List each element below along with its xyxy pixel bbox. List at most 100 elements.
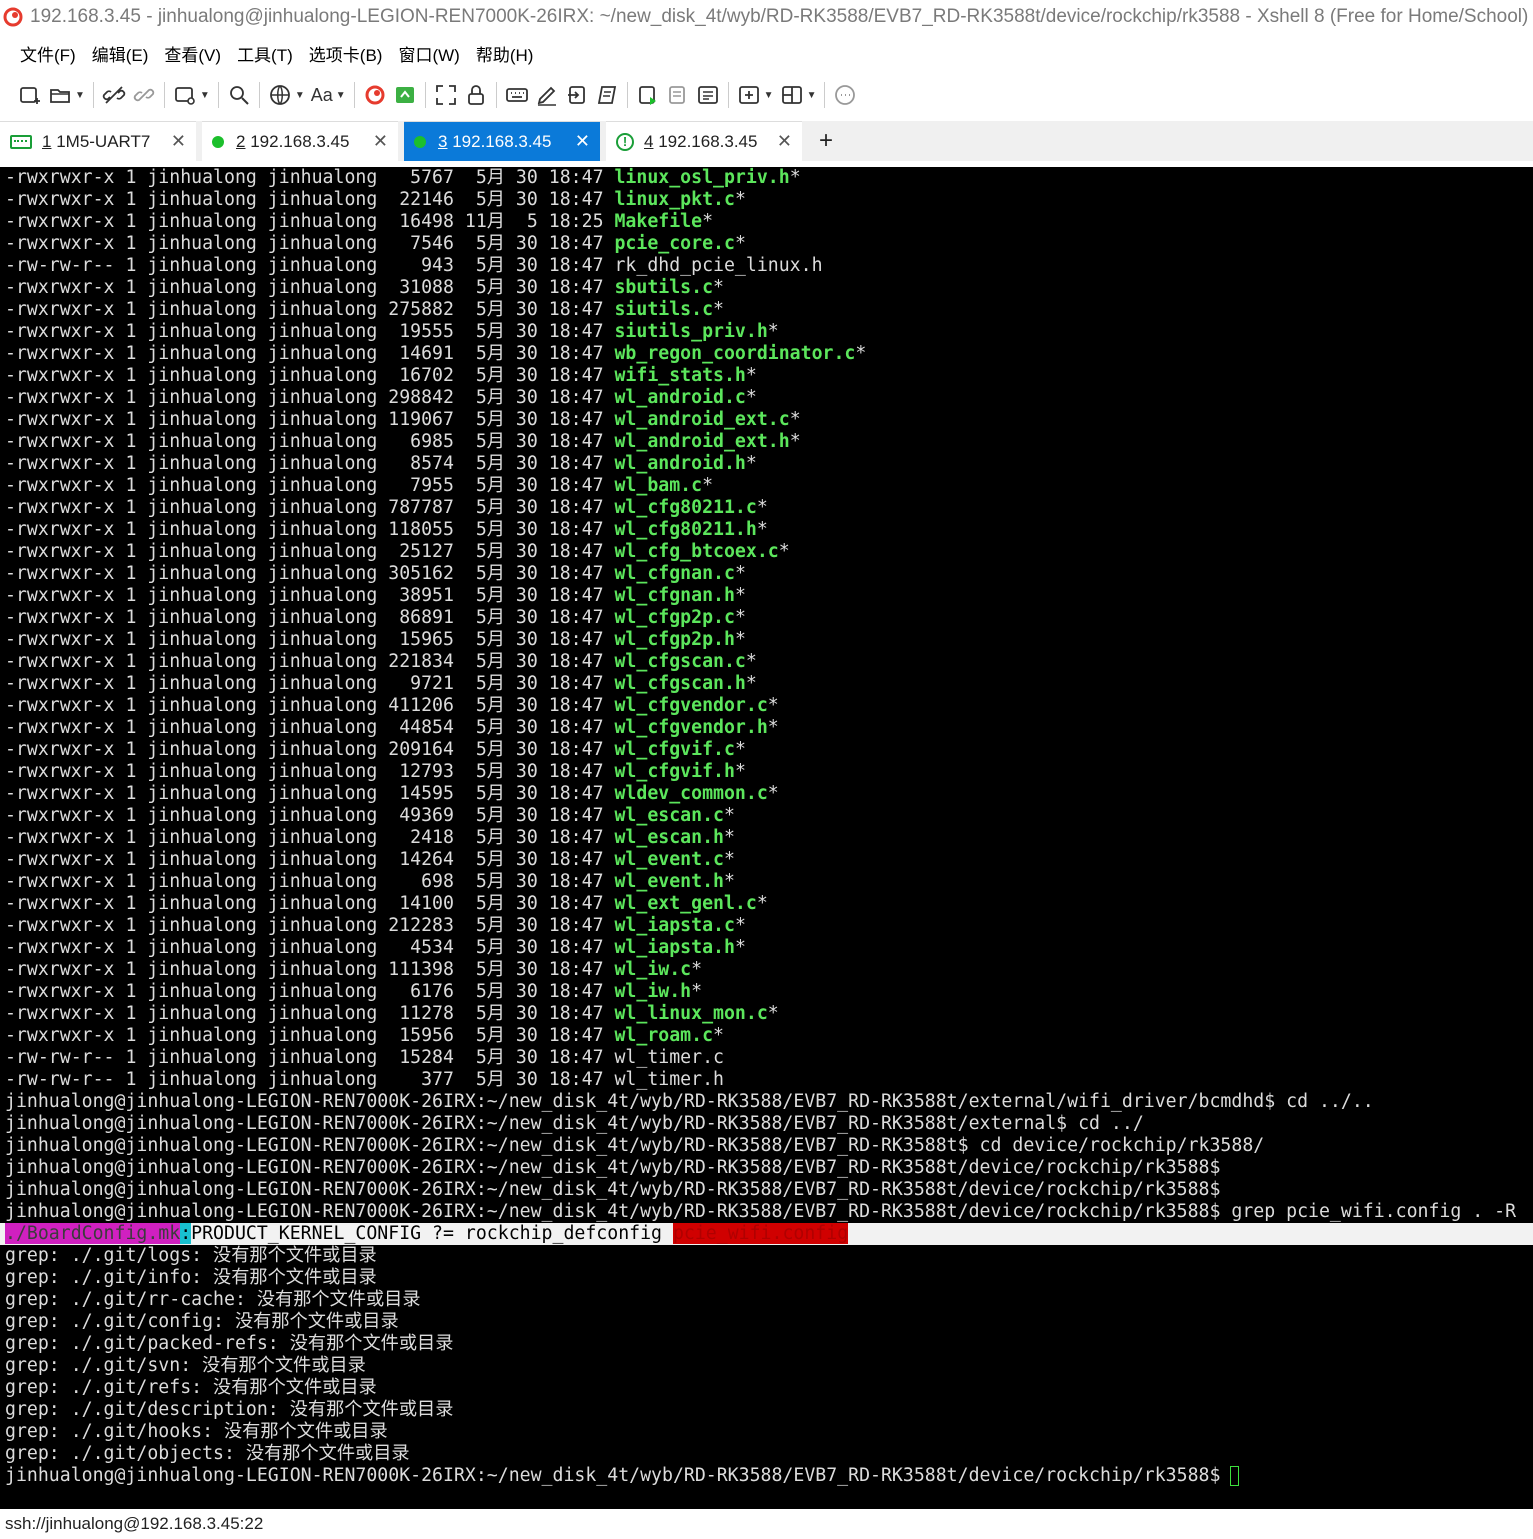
transfer-button[interactable] (565, 79, 589, 111)
encoding-button[interactable]: ▼ (268, 79, 305, 111)
fullscreen-button[interactable] (434, 79, 458, 111)
tab-3[interactable]: 3 192.168.3.45 ✕ (404, 121, 600, 161)
error-line: grep: ./.git/logs: 没有那个文件或目录 (5, 1245, 377, 1266)
compose-button[interactable] (535, 79, 559, 111)
listing-row: -rwxrwxr-x 1 jinhualong jinhualong 44854… (0, 717, 1533, 739)
menu-help[interactable]: 帮助(H) (476, 41, 534, 66)
tab-label: 4 192.168.3.45 (644, 132, 777, 152)
tab-4[interactable]: ! 4 192.168.3.45 ✕ (606, 121, 802, 161)
new-tab-button[interactable]: + (808, 121, 844, 161)
tab-label: 1 1M5-UART7 (42, 132, 171, 152)
file-name: wl_android_ext.h (614, 431, 790, 452)
terminal-view[interactable]: -rwxrwxr-x 1 jinhualong jinhualong 5767 … (0, 167, 1533, 1509)
xftp-button[interactable] (393, 79, 417, 111)
serial-port-icon (10, 134, 32, 149)
tab-title: 192.168.3.45 (250, 131, 350, 151)
font-button[interactable]: Aa ▼ (311, 79, 346, 111)
listing-row: -rwxrwxr-x 1 jinhualong jinhualong 9721 … (0, 673, 1533, 695)
xshell-logo-icon (2, 6, 24, 28)
file-meta: -rwxrwxr-x 1 jinhualong jinhualong 8574 … (5, 453, 615, 474)
file-suffix: * (723, 805, 735, 826)
new-session-button[interactable] (18, 79, 42, 111)
close-icon[interactable]: ✕ (777, 131, 792, 152)
script-button[interactable] (595, 79, 619, 111)
error-line: grep: ./.git/objects: 没有那个文件或目录 (5, 1443, 410, 1464)
close-icon[interactable]: ✕ (575, 131, 590, 152)
open-session-button[interactable]: ▼ (48, 79, 85, 111)
toolbar-divider (824, 82, 826, 108)
file-suffix: * (702, 211, 714, 232)
tab-2[interactable]: 2 192.168.3.45 ✕ (202, 121, 398, 161)
file-meta: -rwxrwxr-x 1 jinhualong jinhualong 44854… (5, 717, 615, 738)
file-suffix: * (734, 629, 746, 650)
listing-row: -rwxrwxr-x 1 jinhualong jinhualong 16702… (0, 365, 1533, 387)
notes-button[interactable] (696, 79, 720, 111)
xshell-icon (365, 85, 385, 105)
listing-row: -rwxrwxr-x 1 jinhualong jinhualong 25127… (0, 541, 1533, 563)
file-suffix: * (734, 585, 746, 606)
file-suffix: * (734, 189, 746, 210)
menu-tools[interactable]: 工具(T) (237, 41, 293, 66)
error-line: grep: ./.git/hooks: 没有那个文件或目录 (5, 1421, 388, 1442)
chat-button[interactable] (833, 79, 857, 111)
log-button[interactable] (666, 79, 690, 111)
file-meta: -rwxrwxr-x 1 jinhualong jinhualong 29884… (5, 387, 615, 408)
disconnect-button[interactable] (102, 79, 126, 111)
transfer-icon (567, 86, 585, 104)
file-name: wl_android_ext.c (614, 409, 790, 430)
menu-file[interactable]: 文件(F) (20, 41, 76, 66)
title-bar: 192.168.3.45 - jinhualong@jinhualong-LEG… (0, 0, 1533, 34)
prompt-line[interactable]: jinhualong@jinhualong-LEGION-REN7000K-26… (0, 1465, 1533, 1487)
file-suffix: * (767, 321, 779, 342)
session-properties-button[interactable]: ▼ (173, 79, 210, 111)
tab-index: 3 (438, 131, 448, 151)
file-meta: -rwxrwxr-x 1 jinhualong jinhualong 9721 … (5, 673, 615, 694)
file-meta: -rwxrwxr-x 1 jinhualong jinhualong 11139… (5, 959, 615, 980)
shell-prompt: jinhualong@jinhualong-LEGION-REN7000K-26… (5, 1465, 1221, 1486)
file-suffix: * (756, 497, 768, 518)
listing-row: -rwxrwxr-x 1 jinhualong jinhualong 38951… (0, 585, 1533, 607)
tab-label: 2 192.168.3.45 (236, 132, 373, 152)
properties-icon (175, 87, 195, 105)
new-tab-button-toolbar[interactable]: ▼ (737, 79, 774, 111)
listing-row: -rwxrwxr-x 1 jinhualong jinhualong 4534 … (0, 937, 1533, 959)
menu-window[interactable]: 窗口(W) (398, 41, 459, 66)
file-suffix: * (713, 277, 724, 298)
menu-tabs[interactable]: 选项卡(B) (309, 41, 383, 66)
keyboard-icon (505, 88, 528, 102)
file-meta: -rwxrwxr-x 1 jinhualong jinhualong 41120… (5, 695, 615, 716)
find-button[interactable] (227, 79, 251, 111)
match-filename: ./BoardConfig.mk (5, 1223, 181, 1244)
file-suffix: * (723, 827, 735, 848)
listing-row: -rwxrwxr-x 1 jinhualong jinhualong 29884… (0, 387, 1533, 409)
file-name: wl_cfgp2p.h (614, 629, 735, 650)
file-meta: -rwxrwxr-x 1 jinhualong jinhualong 38951… (5, 585, 615, 606)
reconnect-button[interactable] (132, 79, 156, 111)
menu-edit[interactable]: 编辑(E) (92, 41, 149, 66)
file-name: wl_escan.h (614, 827, 724, 848)
layout-button[interactable]: ▼ (780, 79, 817, 111)
lock-button[interactable] (464, 79, 488, 111)
listing-row: -rwxrwxr-x 1 jinhualong jinhualong 21228… (0, 915, 1533, 937)
file-name: wb_regon_coordinator.c (614, 343, 856, 364)
file-name: wl_cfgvif.h (614, 761, 735, 782)
file-name: wl_cfgvendor.h (614, 717, 768, 738)
tab-title: 192.168.3.45 (658, 131, 758, 151)
command-line: jinhualong@jinhualong-LEGION-REN7000K-26… (5, 1091, 1374, 1112)
tab-1[interactable]: 1 1M5-UART7 ✕ (0, 121, 196, 161)
file-suffix: * (767, 1003, 779, 1024)
chevron-down-icon: ▼ (806, 89, 817, 101)
listing-row: -rwxrwxr-x 1 jinhualong jinhualong 11139… (0, 959, 1533, 981)
listing-row: -rwxrwxr-x 1 jinhualong jinhualong 5767 … (0, 167, 1533, 189)
fullscreen-icon (435, 85, 456, 105)
connected-status-icon (212, 135, 224, 148)
run-button[interactable] (636, 79, 660, 111)
keyboard-button[interactable] (505, 79, 529, 111)
close-icon[interactable]: ✕ (171, 131, 186, 152)
menu-view[interactable]: 查看(V) (164, 41, 221, 66)
error-line: grep: ./.git/info: 没有那个文件或目录 (5, 1267, 377, 1288)
listing-row: -rwxrwxr-x 1 jinhualong jinhualong 22146… (0, 189, 1533, 211)
close-icon[interactable]: ✕ (373, 131, 388, 152)
xshell-button[interactable] (363, 79, 387, 111)
toolbar-divider (353, 82, 355, 108)
